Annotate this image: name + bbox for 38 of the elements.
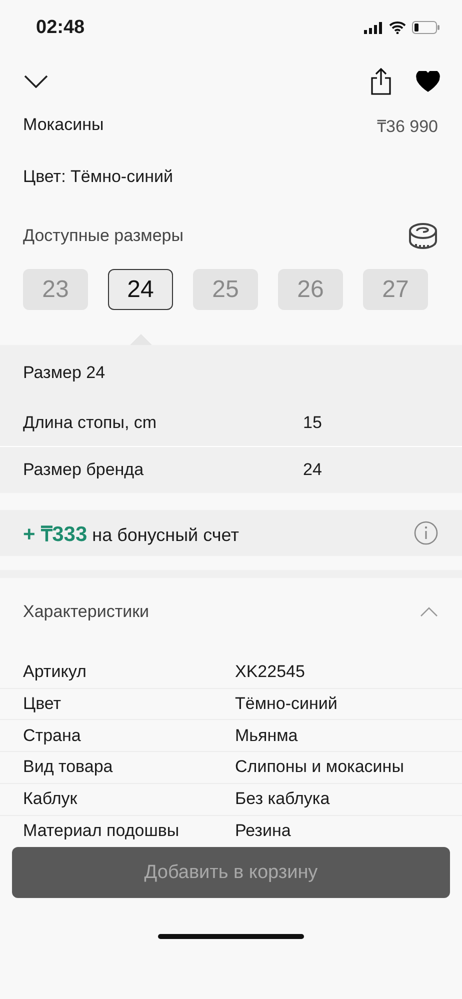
spec-label: Вид товара [23,757,114,778]
size-option[interactable]: 26 [278,269,343,310]
product-name: Мокасины [23,115,104,135]
size-option[interactable]: 25 [193,269,258,310]
size-detail-label: Длина стопы, cm [23,413,158,434]
signal-icon [364,22,383,34]
spec-value: Мьянма [235,726,298,746]
size-detail-title: Размер 24 [23,362,106,383]
wifi-icon [389,21,406,34]
spec-label: Материал подошвы [23,821,180,842]
status-time: 02:48 [36,16,85,38]
heart-icon[interactable] [416,70,440,92]
spec-value: Тёмно-синий [235,694,338,714]
size-option[interactable]: 24 [108,269,173,310]
chevron-up-icon[interactable] [420,607,438,617]
size-detail-value: 24 [303,460,322,480]
chevron-down-icon[interactable] [24,74,48,88]
spec-label: Страна [23,726,82,746]
spec-value: Слипоны и мокасины [235,757,404,778]
spec-label: Цвет [23,694,62,714]
product-price: ₸36 990 [377,116,438,136]
sizes-title: Доступные размеры [23,226,184,246]
share-icon[interactable] [370,68,392,94]
spec-label: Каблук [23,789,78,810]
info-icon[interactable] [414,521,438,545]
size-option[interactable]: 27 [363,269,428,310]
bonus-text: + ₸333 на бонусный счет [23,522,239,547]
product-color: Цвет: Тёмно-синий [23,167,173,187]
characteristics-title: Характеристики [23,602,150,622]
size-detail-label: Размер бренда [23,460,145,480]
battery-icon [412,21,440,34]
spec-value: Резина [235,821,291,842]
size-option[interactable]: 23 [23,269,88,310]
spec-value: XK22545 [235,662,305,682]
spec-label: Артикул [23,662,88,682]
measuring-tape-icon[interactable] [408,223,438,249]
size-detail-value: 15 [303,413,322,434]
spec-value: Без каблука [235,789,330,810]
